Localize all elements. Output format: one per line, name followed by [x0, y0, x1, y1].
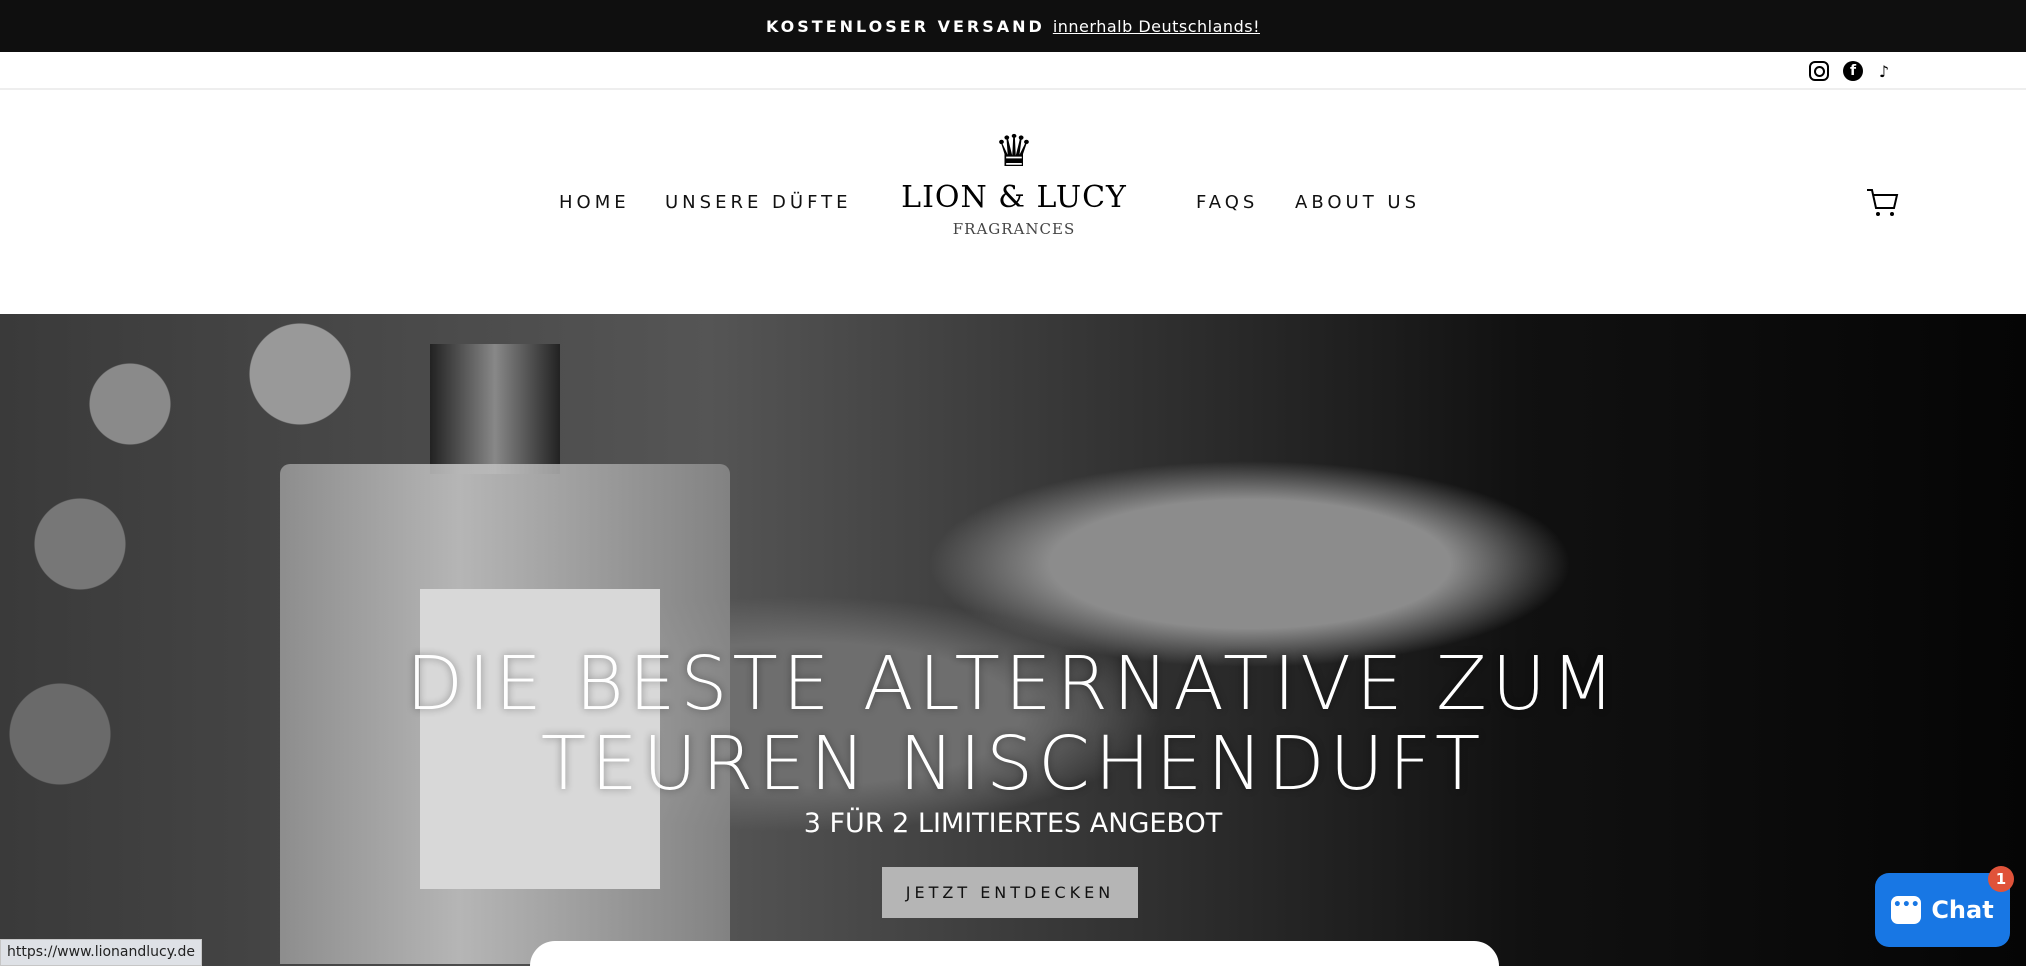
facebook-icon[interactable]: f — [1843, 61, 1863, 81]
hero-subtitle: 3 FÜR 2 LIMITIERTES ANGEBOT — [803, 808, 1223, 839]
logo[interactable]: ♛ LION & LUCY FRAGRANCES — [894, 128, 1134, 270]
nav-about-us[interactable]: ABOUT US — [1295, 192, 1420, 213]
perfume-cap-image — [430, 344, 560, 474]
nav-home[interactable]: HOME — [559, 192, 630, 213]
instagram-icon[interactable] — [1809, 61, 1829, 81]
announcement-link[interactable]: innerhalb Deutschlands! — [1053, 17, 1260, 36]
chat-badge: 1 — [1988, 866, 2014, 892]
social-bar: f ♪ — [0, 52, 2026, 90]
logo-subtitle: FRAGRANCES — [952, 220, 1076, 238]
crown-icon: ♛ — [994, 126, 1034, 177]
status-url: https://www.lionandlucy.de — [0, 939, 202, 966]
hero-title: DIE BESTE ALTERNATIVE ZUM TEUREN NISCHEN… — [406, 641, 1620, 807]
site-header: HOME UNSERE DÜFTE FAQS ABOUT US ♛ LION &… — [0, 90, 2026, 314]
chat-bubble-icon: ••• — [1891, 896, 1922, 924]
hero-banner: DIE BESTE ALTERNATIVE ZUM TEUREN NISCHEN… — [0, 314, 2026, 966]
announcement-text: KOSTENLOSER VERSAND — [766, 16, 1045, 36]
cart-icon[interactable] — [1866, 188, 1900, 218]
logo-wordmark: LION & LUCY — [901, 180, 1127, 215]
nav-unsere-duefte[interactable]: UNSERE DÜFTE — [665, 192, 851, 213]
shop-now-button[interactable]: JETZT ENTDECKEN — [882, 867, 1138, 918]
announcement-bar: KOSTENLOSER VERSAND innerhalb Deutschlan… — [0, 0, 2026, 52]
nav-faqs[interactable]: FAQS — [1196, 192, 1258, 213]
tiktok-icon[interactable]: ♪ — [1874, 61, 1894, 81]
chat-label: Chat — [1931, 896, 1994, 924]
overlay-panel — [530, 941, 1499, 966]
